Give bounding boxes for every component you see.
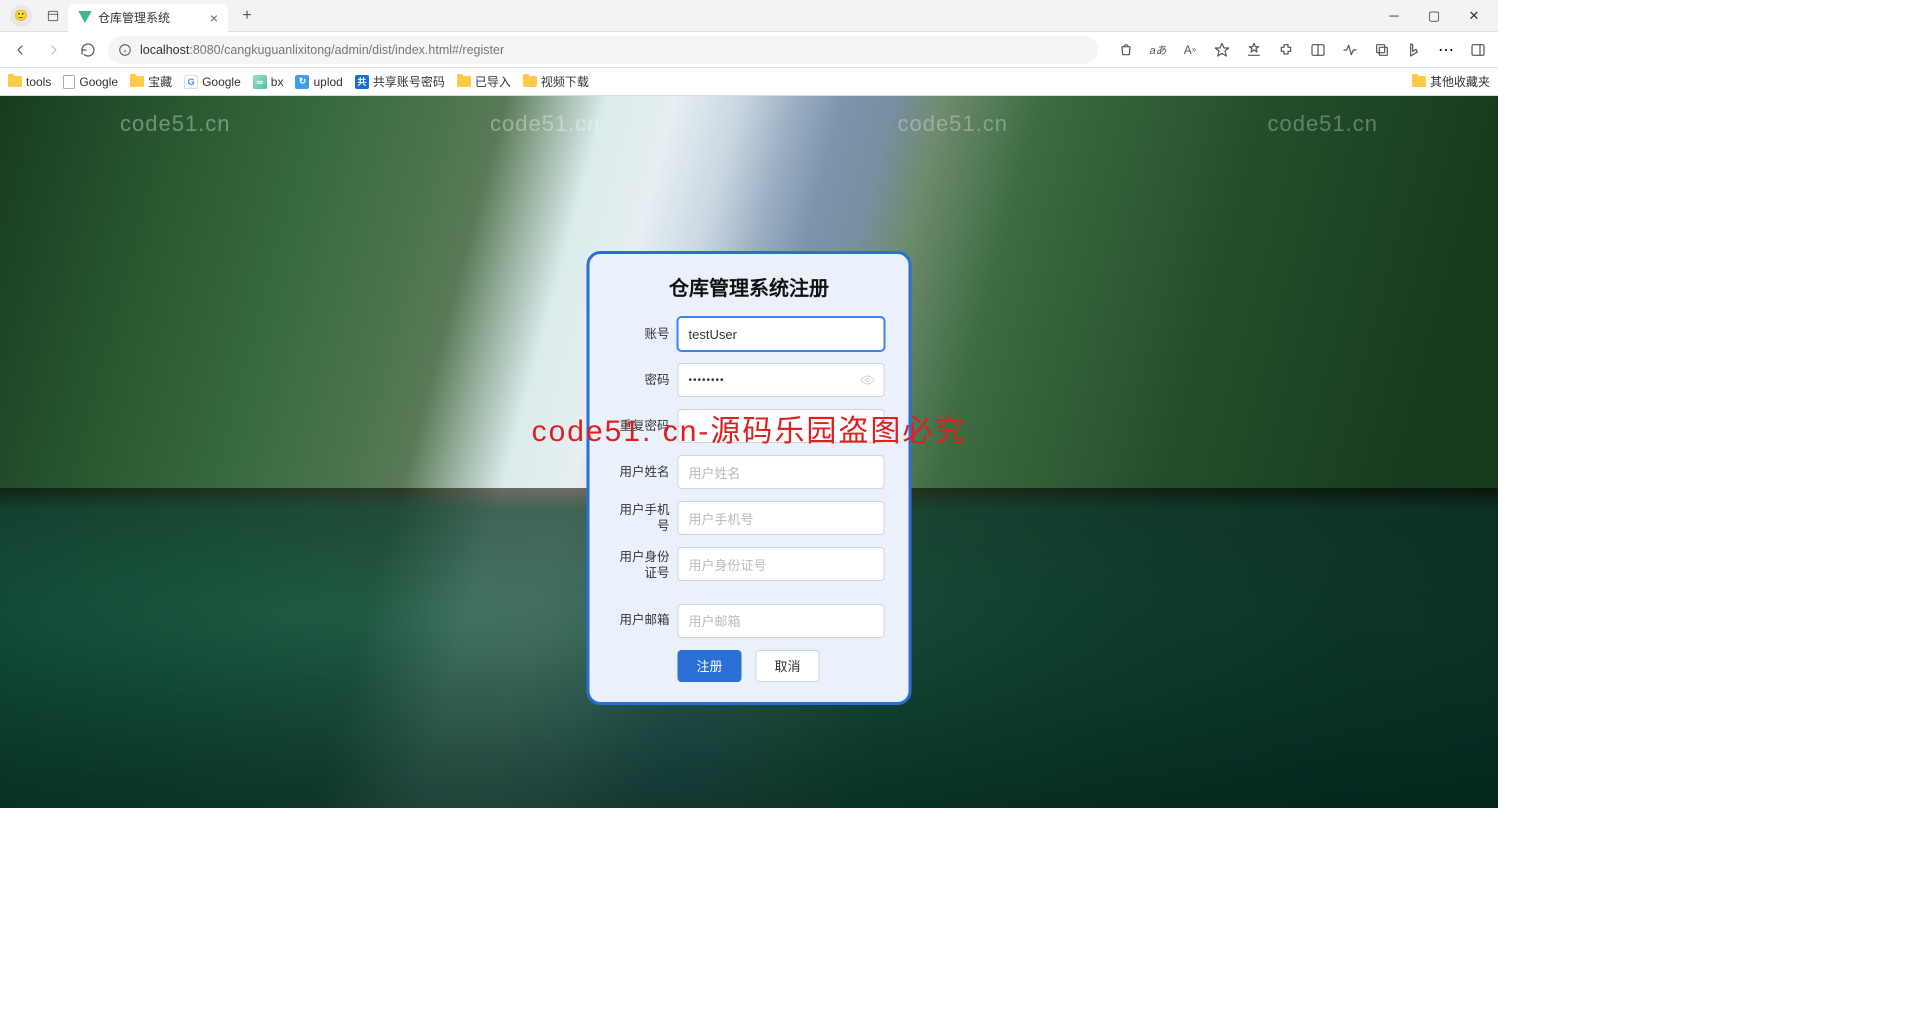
- eye-icon[interactable]: [860, 372, 876, 388]
- idcard-input[interactable]: 用户身份证号: [678, 547, 885, 581]
- sidebar-icon[interactable]: [1464, 36, 1492, 64]
- vue-favicon: [78, 11, 92, 25]
- bookmark-uplod[interactable]: ↻uplod: [295, 75, 342, 89]
- browser-tab[interactable]: 仓库管理系统 ×: [68, 4, 228, 32]
- favorite-icon[interactable]: [1208, 36, 1236, 64]
- bookmark-share-account[interactable]: 共共享账号密码: [355, 73, 445, 90]
- password-input[interactable]: ••••••••: [678, 363, 885, 397]
- bing-icon[interactable]: [1400, 36, 1428, 64]
- forward-button[interactable]: [40, 36, 68, 64]
- url-text: localhost:8080/cangkuguanlixitong/admin/…: [140, 43, 504, 57]
- confirm-password-input[interactable]: [678, 409, 885, 443]
- browser-window: 🙂 仓库管理系统 × + ─ ▢ ✕ localhost:8080/cangku…: [0, 0, 1498, 808]
- favorites-list-icon[interactable]: [1240, 36, 1268, 64]
- phone-label: 用户手机号: [614, 502, 678, 535]
- name-label: 用户姓名: [614, 464, 678, 480]
- close-window-button[interactable]: ✕: [1454, 2, 1494, 30]
- refresh-button[interactable]: [74, 36, 102, 64]
- account-label: 账号: [614, 326, 678, 342]
- more-menu-icon[interactable]: ⋯: [1432, 36, 1460, 64]
- tab-overview-icon[interactable]: [42, 5, 64, 27]
- bookmark-bx[interactable]: ∞bx: [253, 75, 284, 89]
- close-tab-icon[interactable]: ×: [210, 10, 218, 26]
- account-input[interactable]: testUser: [678, 317, 885, 351]
- form-title: 仓库管理系统注册: [614, 272, 885, 301]
- extensions-icon[interactable]: [1272, 36, 1300, 64]
- site-info-icon[interactable]: [118, 43, 132, 57]
- bookmark-video-download[interactable]: 视频下载: [523, 73, 589, 90]
- performance-icon[interactable]: [1336, 36, 1364, 64]
- new-tab-button[interactable]: +: [234, 3, 260, 29]
- text-size-icon[interactable]: A»: [1176, 36, 1204, 64]
- page-content: code51.cn code51.cn code51.cn code51.cn …: [0, 96, 1498, 808]
- profile-avatar[interactable]: 🙂: [10, 5, 32, 27]
- register-button[interactable]: 注册: [678, 650, 742, 682]
- shopping-icon[interactable]: [1112, 36, 1140, 64]
- bookmark-google[interactable]: GGoogle: [184, 75, 241, 89]
- email-input[interactable]: 用户邮箱: [678, 604, 885, 638]
- phone-input[interactable]: 用户手机号: [678, 501, 885, 535]
- minimize-button[interactable]: ─: [1374, 2, 1414, 30]
- titlebar: 🙂 仓库管理系统 × + ─ ▢ ✕: [0, 0, 1498, 32]
- collections-icon[interactable]: [1368, 36, 1396, 64]
- maximize-button[interactable]: ▢: [1414, 2, 1454, 30]
- password-label: 密码: [614, 372, 678, 388]
- bookmark-tools[interactable]: tools: [8, 75, 51, 89]
- email-label: 用户邮箱: [614, 612, 678, 628]
- read-aloud-icon[interactable]: aあ: [1144, 36, 1172, 64]
- cancel-button[interactable]: 取消: [756, 650, 820, 682]
- back-button[interactable]: [6, 36, 34, 64]
- bookmark-baozang[interactable]: 宝藏: [130, 73, 172, 90]
- bookmark-google-page[interactable]: Google: [63, 75, 118, 89]
- tab-title: 仓库管理系统: [98, 9, 170, 26]
- split-screen-icon[interactable]: [1304, 36, 1332, 64]
- name-input[interactable]: 用户姓名: [678, 455, 885, 489]
- register-card: 仓库管理系统注册 账号 testUser 密码 •••••••• 重复密码 用户…: [587, 251, 912, 705]
- address-bar[interactable]: localhost:8080/cangkuguanlixitong/admin/…: [108, 36, 1098, 64]
- confirm-password-label: 重复密码: [614, 418, 678, 434]
- navbar: localhost:8080/cangkuguanlixitong/admin/…: [0, 32, 1498, 68]
- bookmark-imported[interactable]: 已导入: [457, 73, 511, 90]
- bookmark-other-favorites[interactable]: 其他收藏夹: [1412, 73, 1490, 90]
- idcard-label: 用户身份证号: [614, 547, 678, 582]
- bookmarks-bar: tools Google 宝藏 GGoogle ∞bx ↻uplod 共共享账号…: [0, 68, 1498, 96]
